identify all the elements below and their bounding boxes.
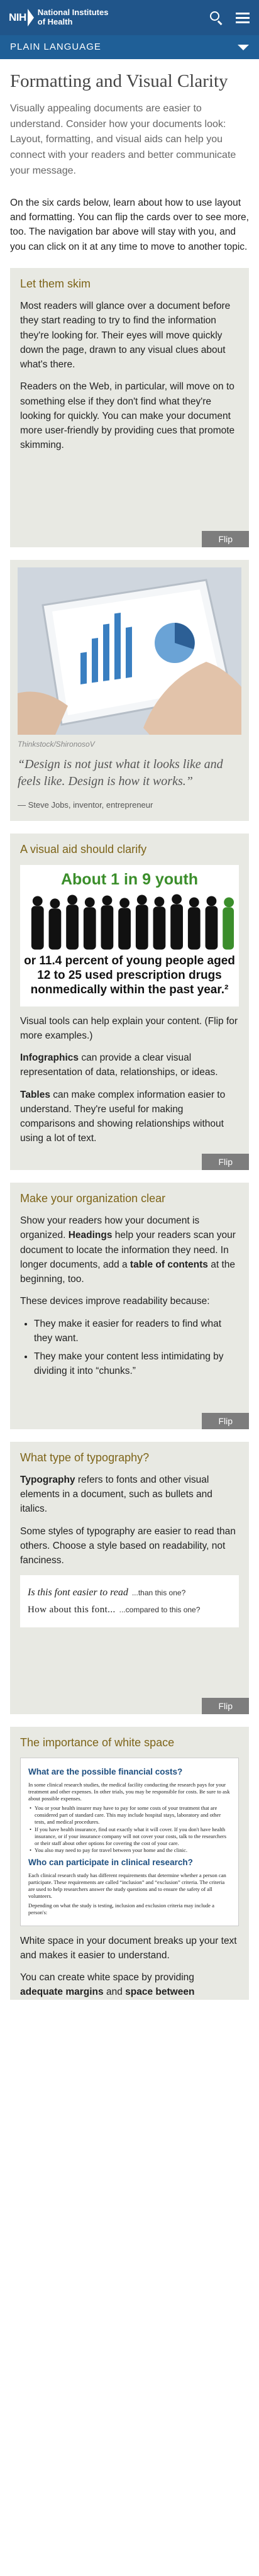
sans-font-sample: ...compared to this one?	[119, 1605, 201, 1615]
doc-paragraph: In some clinical research studies, the m…	[28, 1781, 230, 1802]
card-paragraph: These devices improve readability becaus…	[20, 1296, 210, 1307]
flip-button[interactable]: Flip	[202, 1697, 249, 1714]
nih-arrow-icon	[27, 9, 34, 26]
tablet-chart-photo	[18, 567, 241, 735]
bold-term: Tables	[20, 1089, 50, 1100]
flip-button[interactable]: Flip	[202, 1412, 249, 1429]
nih-logo[interactable]: NIH National Institutes of Health	[9, 8, 108, 27]
section-label: PLAIN LANGUAGE	[10, 41, 101, 52]
card-title: Let them skim	[20, 277, 91, 290]
doc-heading: What are the possible financial costs?	[28, 1767, 183, 1777]
org-name-line1: National Institutes	[37, 8, 109, 18]
doc-bullet: You also may need to pay for travel betw…	[28, 1847, 231, 1854]
card-design-quote: Thinkstock/ShironosoV “Design is not jus…	[10, 559, 249, 822]
card-paragraph: Visual tools can help explain your conte…	[20, 1015, 238, 1041]
org-name-line2: of Health	[37, 17, 73, 26]
bold-term: adequate margins	[20, 1987, 104, 1998]
bold-term: Infographics	[20, 1052, 79, 1064]
nih-badge: NIH	[9, 9, 34, 26]
card-title: What type of typography?	[20, 1451, 150, 1464]
list-item: They make your content less intimidating…	[34, 1349, 239, 1379]
card-organization: Make your organization clear Show your r…	[10, 1182, 249, 1429]
typography-sample: Is this font easier to read ...than this…	[20, 1575, 239, 1627]
flip-button[interactable]: Flip	[202, 1153, 249, 1170]
card-paragraph: Show your readers how your document is o…	[20, 1213, 239, 1286]
site-header: NIH National Institutes of Health	[0, 0, 259, 35]
doc-bullet: You or your health insurer may have to p…	[28, 1805, 231, 1826]
hamburger-menu-icon[interactable]	[235, 10, 250, 25]
intro-paragraph: On the six cards below, learn about how …	[10, 197, 249, 252]
card-paragraph: Infographics can provide a clear visual …	[20, 1051, 239, 1080]
org-name: National Institutes of Health	[38, 8, 109, 27]
section-nav-bar[interactable]: PLAIN LANGUAGE	[0, 35, 259, 59]
card-paragraph: Readers on the Web, in particular, will …	[20, 381, 235, 451]
document-sample: What are the possible financial costs? I…	[20, 1758, 239, 1926]
bold-term: table of contents	[130, 1259, 208, 1270]
photo-credit: Thinkstock/ShironosoV	[18, 739, 95, 749]
doc-paragraph: Depending on what the study is testing, …	[28, 1902, 214, 1916]
infographic-headline: About 1 in 9 youth	[60, 870, 199, 888]
bold-term: space between	[125, 1987, 195, 1998]
card-paragraph: Typography refers to fonts and other vis…	[20, 1473, 239, 1517]
chevron-down-icon[interactable]	[238, 44, 249, 50]
sans-font-sample: ...than this one?	[131, 1588, 186, 1598]
type-sample-row: How about this font... ...compared to th…	[28, 1603, 231, 1617]
bold-term: Headings	[68, 1230, 113, 1241]
people-silhouettes-icon	[31, 894, 234, 950]
paragraph-text: can make complex information easier to u…	[20, 1089, 226, 1144]
card-title: The importance of white space	[20, 1736, 175, 1749]
card-title: A visual aid should clarify	[20, 843, 147, 856]
header-actions	[209, 10, 250, 25]
reasons-list: They make it easier for readers to find …	[20, 1317, 239, 1379]
card-paragraph: Some styles of typography are easier to …	[20, 1525, 236, 1566]
page-title: Formatting and Visual Clarity	[10, 71, 228, 91]
list-item: They make it easier for readers to find …	[34, 1317, 239, 1346]
card-paragraph: Most readers will glance over a document…	[20, 301, 231, 371]
card-let-them-skim: Let them skim Most readers will glance o…	[10, 267, 249, 547]
paragraph-text: and	[103, 1987, 126, 1998]
doc-heading: Who can participate in clinical research…	[28, 1858, 193, 1868]
flip-button[interactable]: Flip	[202, 530, 249, 547]
infographic-subtext: or 11.4 percent of young people aged 12 …	[24, 954, 235, 996]
card-title: Make your organization clear	[20, 1191, 166, 1205]
flip-row: Flip	[10, 1153, 249, 1170]
card-paragraph: You can create white space by providing …	[20, 1970, 239, 2000]
type-sample-row: Is this font easier to read ...than this…	[28, 1585, 231, 1600]
tablet-photo-illustration	[18, 567, 241, 735]
card-paragraph: White space in your document breaks up y…	[20, 1935, 237, 1961]
flip-row: Flip	[10, 530, 249, 547]
search-icon[interactable]	[209, 10, 224, 25]
bold-term: Typography	[20, 1474, 75, 1485]
doc-bullet: If you have health insurance, find out e…	[28, 1826, 231, 1848]
flip-row: Flip	[10, 1412, 249, 1429]
card-typography: What type of typography? Typography refe…	[10, 1441, 249, 1714]
serif-font-sample: How about this font...	[28, 1605, 116, 1615]
quote-attribution: — Steve Jobs, inventor, entrepreneur	[18, 800, 153, 810]
paragraph-text: You can create white space by providing	[20, 1972, 194, 1983]
card-visual-aid: A visual aid should clarify About 1 in 9…	[10, 834, 249, 1170]
flip-row: Flip	[10, 1697, 249, 1714]
doc-paragraph: Each clinical research study has differe…	[28, 1871, 226, 1900]
card-paragraph: Tables can make complex information easi…	[20, 1088, 239, 1146]
lead-paragraph: Visually appealing documents are easier …	[10, 103, 236, 176]
card-white-space: The importance of white space What are t…	[10, 1726, 249, 2000]
italic-font-sample: Is this font easier to read	[28, 1587, 128, 1598]
design-quote: “Design is not just what it looks like a…	[18, 757, 223, 788]
youth-infographic: About 1 in 9 youth or 11.4 percent of yo…	[20, 864, 239, 1006]
nih-logo-text: NIH	[9, 11, 26, 24]
